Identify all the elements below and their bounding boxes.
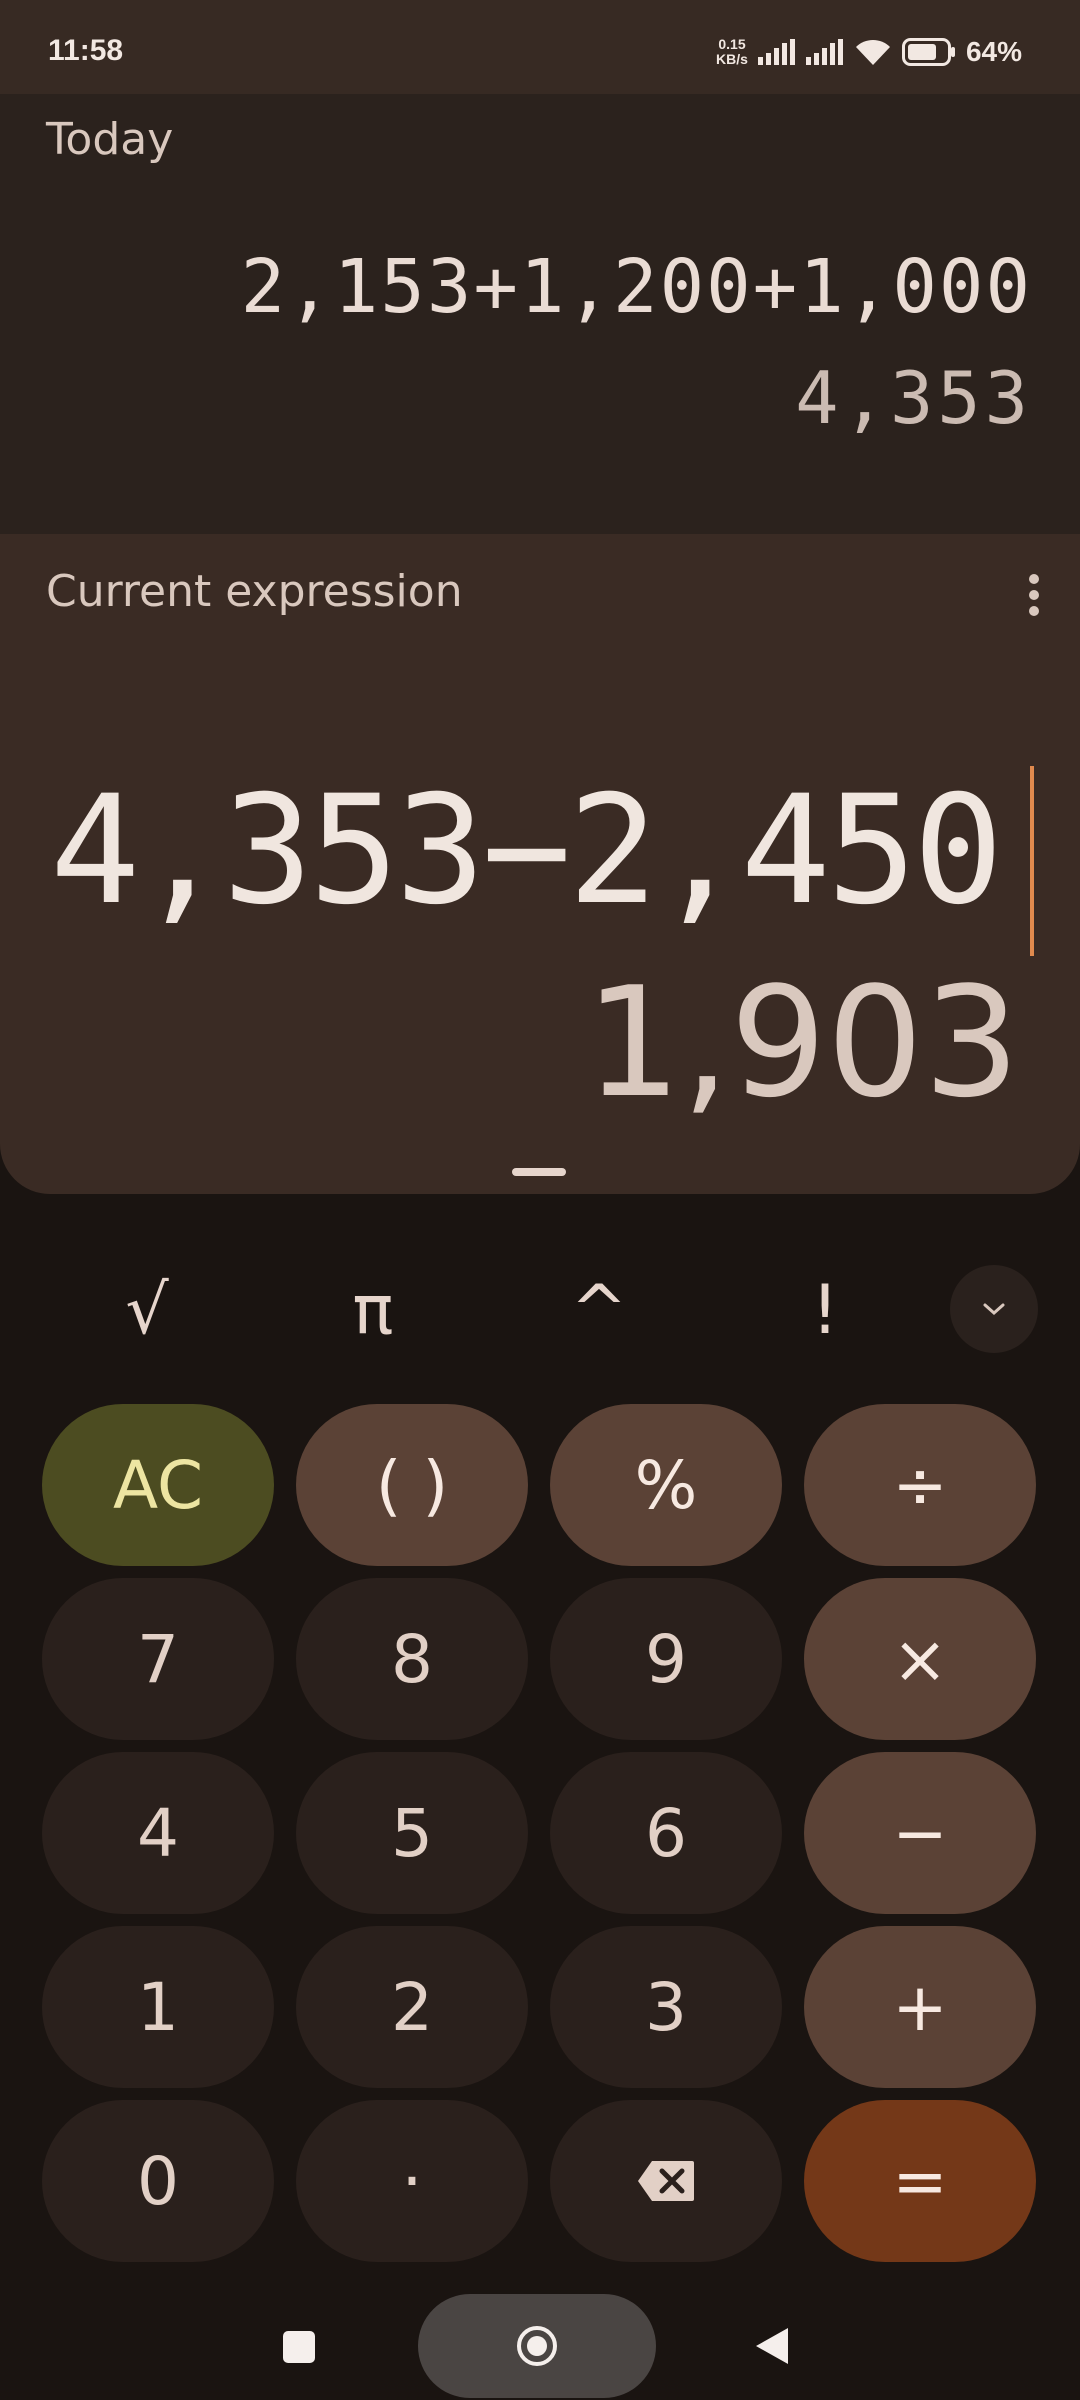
status-bar: 11:58 0.15 KB/s 64% bbox=[0, 0, 1080, 94]
wifi-icon bbox=[855, 39, 890, 65]
divide-button[interactable]: ÷ bbox=[804, 1404, 1036, 1566]
history-panel[interactable]: Today 2,153+1,200+1,000 4,353 bbox=[0, 94, 1080, 534]
drag-handle[interactable] bbox=[512, 1168, 566, 1176]
scientific-row: √ π ^ ! bbox=[0, 1260, 1080, 1360]
pi-button[interactable]: π bbox=[298, 1260, 448, 1360]
factorial-button[interactable]: ! bbox=[750, 1260, 900, 1360]
decimal-button[interactable]: · bbox=[296, 2100, 528, 2262]
digit-0-button[interactable]: 0 bbox=[42, 2100, 274, 2262]
network-speed: 0.15 KB/s bbox=[716, 36, 748, 67]
result-preview: 1,903 bbox=[584, 954, 1020, 1131]
digit-1-button[interactable]: 1 bbox=[42, 1926, 274, 2088]
backspace-icon bbox=[638, 2161, 694, 2201]
status-icons: 0.15 KB/s 64% bbox=[716, 32, 1022, 72]
square-icon[interactable] bbox=[282, 2330, 316, 2364]
expand-button[interactable] bbox=[950, 1265, 1038, 1353]
digit-3-button[interactable]: 3 bbox=[550, 1926, 782, 2088]
battery-icon bbox=[901, 38, 955, 66]
multiply-button[interactable]: × bbox=[804, 1578, 1036, 1740]
history-result[interactable]: 4,353 bbox=[795, 356, 1032, 440]
digit-2-button[interactable]: 2 bbox=[296, 1926, 528, 2088]
more-vert-icon[interactable] bbox=[1024, 574, 1044, 618]
expression-input[interactable]: 4,353−2,450 bbox=[50, 764, 1003, 938]
circle-icon bbox=[517, 2326, 557, 2366]
battery-percent: 64% bbox=[965, 36, 1022, 67]
sqrt-button[interactable]: √ bbox=[72, 1260, 222, 1360]
parentheses-button[interactable]: ( ) bbox=[296, 1404, 528, 1566]
digit-8-button[interactable]: 8 bbox=[296, 1578, 528, 1740]
current-expression-label: Current expression bbox=[46, 566, 463, 617]
digit-4-button[interactable]: 4 bbox=[42, 1752, 274, 1914]
history-date-label: Today bbox=[46, 114, 174, 165]
backspace-button[interactable] bbox=[550, 2100, 782, 2262]
clear-button[interactable]: AC bbox=[42, 1404, 274, 1566]
digit-6-button[interactable]: 6 bbox=[550, 1752, 782, 1914]
minus-button[interactable]: − bbox=[804, 1752, 1036, 1914]
power-button[interactable]: ^ bbox=[524, 1260, 674, 1360]
system-nav-bar bbox=[0, 2290, 1080, 2400]
chevron-down-icon bbox=[983, 1303, 1005, 1316]
percent-button[interactable]: % bbox=[550, 1404, 782, 1566]
equals-button[interactable]: = bbox=[804, 2100, 1036, 2262]
status-time: 11:58 bbox=[48, 34, 124, 67]
history-expression[interactable]: 2,153+1,200+1,000 bbox=[241, 244, 1032, 330]
home-button[interactable] bbox=[418, 2294, 656, 2398]
triangle-back-icon[interactable] bbox=[754, 2326, 790, 2366]
digit-5-button[interactable]: 5 bbox=[296, 1752, 528, 1914]
digit-7-button[interactable]: 7 bbox=[42, 1578, 274, 1740]
signal-icon bbox=[757, 39, 795, 65]
text-cursor bbox=[1030, 766, 1034, 956]
plus-button[interactable]: + bbox=[804, 1926, 1036, 2088]
signal-icon-2 bbox=[805, 39, 843, 65]
current-expression-panel: Current expression 4,353−2,450 1,903 bbox=[0, 534, 1080, 1194]
digit-9-button[interactable]: 9 bbox=[550, 1578, 782, 1740]
